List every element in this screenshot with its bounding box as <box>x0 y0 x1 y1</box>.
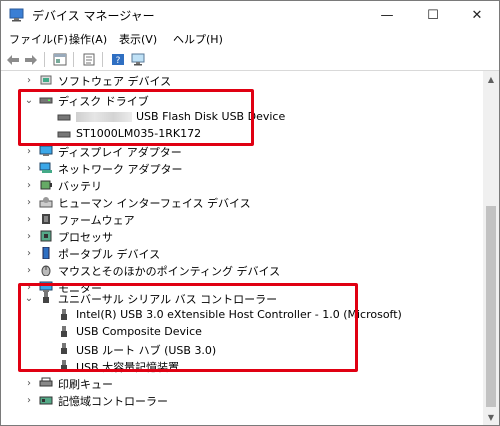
tree-node-label: ユニバーサル シリアル バス コントローラー <box>58 293 278 306</box>
maximize-button[interactable]: ☐ <box>411 1 455 29</box>
tree-node-label: ディスプレイ アダプター <box>58 146 182 159</box>
scrollbar-thumb[interactable] <box>486 206 496 407</box>
tree-leaf-intel-usb-host-controller[interactable]: Intel(R) USB 3.0 eXtensible Host Control… <box>1 306 481 324</box>
storage-controller-icon <box>39 396 53 405</box>
mouse-icon <box>41 265 51 276</box>
tree-node-portable-devices[interactable]: › ポータブル デバイス <box>1 244 481 262</box>
tree-node-label: ソフトウェア デバイス <box>58 75 172 88</box>
show-hide-icon[interactable] <box>51 51 69 68</box>
tree-node-label: 記憶域コントローラー <box>58 395 168 408</box>
software-device-icon <box>40 75 52 85</box>
tree-leaf-usb-flash-disk[interactable]: USB Flash Disk USB Device <box>1 108 481 126</box>
tree-node-label: 印刷キュー <box>58 378 113 391</box>
forward-icon[interactable] <box>22 51 40 68</box>
chevron-right-icon[interactable]: › <box>24 193 34 211</box>
portable-device-icon <box>42 247 50 259</box>
tree-node-display-adapters[interactable]: › ディスプレイ アダプター <box>1 142 481 160</box>
minimize-button[interactable]: — <box>365 1 409 29</box>
svg-text:?: ? <box>116 56 121 66</box>
tree-leaf-label: ST1000LM035-1RK172 <box>76 127 202 140</box>
tree-node-label: バッテリ <box>58 180 102 193</box>
tree-node-print-queues[interactable]: › 印刷キュー <box>1 374 481 392</box>
chevron-right-icon[interactable]: › <box>24 210 34 228</box>
tree-node-label: ポータブル デバイス <box>58 248 161 261</box>
toolbar-separator <box>44 52 45 67</box>
chevron-right-icon[interactable]: › <box>24 244 34 262</box>
scroll-down-icon[interactable]: ▼ <box>483 409 499 425</box>
tree-leaf-label: USB ルート ハブ (USB 3.0) <box>76 344 217 357</box>
usb-plug-icon <box>61 326 67 337</box>
window-title: デバイス マネージャー <box>32 9 155 23</box>
toolbar: ? <box>1 49 499 71</box>
tree-node-disk-drives[interactable]: ⌄ ディスク ドライブ <box>1 91 481 109</box>
tree-node-processors[interactable]: › プロセッサ <box>1 227 481 245</box>
device-manager-window: デバイス マネージャー — ☐ ✕ ファイル(F) 操作(A) 表示(V) ヘル… <box>0 0 500 426</box>
tree-node-label: ヒューマン インターフェイス デバイス <box>58 197 251 210</box>
monitor-icon[interactable] <box>129 51 147 68</box>
title-bar: デバイス マネージャー — ☐ ✕ <box>1 1 499 29</box>
tree-node-software-devices[interactable]: › ソフトウェア デバイス <box>1 71 481 89</box>
properties-icon[interactable] <box>80 51 98 68</box>
tree-leaf-label: USB 大容量記憶装置 <box>76 361 180 374</box>
device-manager-app-icon <box>9 8 24 22</box>
scroll-up-icon[interactable]: ▲ <box>483 71 499 87</box>
tree-node-network-adapters[interactable]: › ネットワーク アダプター <box>1 159 481 177</box>
chevron-right-icon[interactable]: › <box>24 159 34 177</box>
chevron-right-icon[interactable]: › <box>24 142 34 160</box>
drive-icon <box>57 114 71 121</box>
tree-node-mice[interactable]: › マウスとそのほかのポインティング デバイス <box>1 261 481 279</box>
usb-plug-icon <box>61 360 67 371</box>
battery-icon <box>40 180 52 190</box>
display-adapter-icon <box>39 145 53 156</box>
usb-plug-icon <box>61 309 67 320</box>
tree-node-hid[interactable]: › ヒューマン インターフェイス デバイス <box>1 193 481 211</box>
redacted-text <box>76 112 132 122</box>
menu-view[interactable]: 表示(V) <box>119 31 157 47</box>
tree-node-label: ネットワーク アダプター <box>58 163 183 176</box>
usb-plug-icon <box>61 343 67 354</box>
chevron-right-icon[interactable]: › <box>24 261 34 279</box>
tree-leaf-label: Intel(R) USB 3.0 eXtensible Host Control… <box>76 308 402 321</box>
tree-node-label: ディスク ドライブ <box>58 95 149 108</box>
network-adapter-icon <box>39 162 52 173</box>
tree-node-label: ファームウェア <box>58 214 135 227</box>
tree-node-label: プロセッサ <box>58 231 113 244</box>
menu-action[interactable]: 操作(A) <box>69 31 107 47</box>
menu-file[interactable]: ファイル(F) <box>9 31 68 47</box>
close-button[interactable]: ✕ <box>455 1 499 29</box>
firmware-icon <box>42 214 50 224</box>
disk-drive-icon <box>39 97 53 104</box>
tree-leaf-usb-root-hub[interactable]: USB ルート ハブ (USB 3.0) <box>1 340 481 358</box>
chevron-right-icon[interactable]: › <box>24 176 34 194</box>
hid-icon <box>39 197 53 208</box>
tree-node-storage-controllers[interactable]: › 記憶域コントローラー <box>1 391 481 409</box>
tree-leaf-label: USB Flash Disk USB Device <box>136 110 286 123</box>
tree-leaf-label: USB Composite Device <box>76 325 202 338</box>
help-icon[interactable]: ? <box>109 51 127 68</box>
drive-icon <box>57 131 71 138</box>
tree-node-label: マウスとそのほかのポインティング デバイス <box>58 265 281 278</box>
chevron-right-icon[interactable]: › <box>24 391 34 409</box>
chevron-right-icon[interactable]: › <box>24 71 34 89</box>
chevron-down-icon[interactable]: ⌄ <box>24 289 34 307</box>
vertical-scrollbar[interactable]: ▲ ▼ <box>483 71 499 425</box>
usb-controller-icon <box>43 292 49 303</box>
chevron-right-icon[interactable]: › <box>24 374 34 392</box>
tree-leaf-usb-mass-storage[interactable]: USB 大容量記憶装置 <box>1 357 481 375</box>
tree-leaf-usb-composite-device[interactable]: USB Composite Device <box>1 323 481 341</box>
chevron-right-icon[interactable]: › <box>24 227 34 245</box>
toolbar-separator <box>102 52 103 67</box>
toolbar-separator <box>73 52 74 67</box>
processor-icon <box>40 230 52 242</box>
tree-node-usb-controllers[interactable]: ⌄ ユニバーサル シリアル バス コントローラー <box>1 289 481 307</box>
back-icon[interactable] <box>4 51 22 68</box>
menu-bar: ファイル(F) 操作(A) 表示(V) ヘルプ(H) <box>1 29 499 49</box>
print-queue-icon <box>39 377 53 387</box>
tree-node-battery[interactable]: › バッテリ <box>1 176 481 194</box>
menu-help[interactable]: ヘルプ(H) <box>173 31 223 47</box>
tree-leaf-st1000lm035[interactable]: ST1000LM035-1RK172 <box>1 125 481 143</box>
device-tree[interactable]: › ソフトウェア デバイス ⌄ ディスク ドライブ USB Flash Disk… <box>1 71 482 425</box>
chevron-down-icon[interactable]: ⌄ <box>24 91 34 109</box>
tree-node-firmware[interactable]: › ファームウェア <box>1 210 481 228</box>
